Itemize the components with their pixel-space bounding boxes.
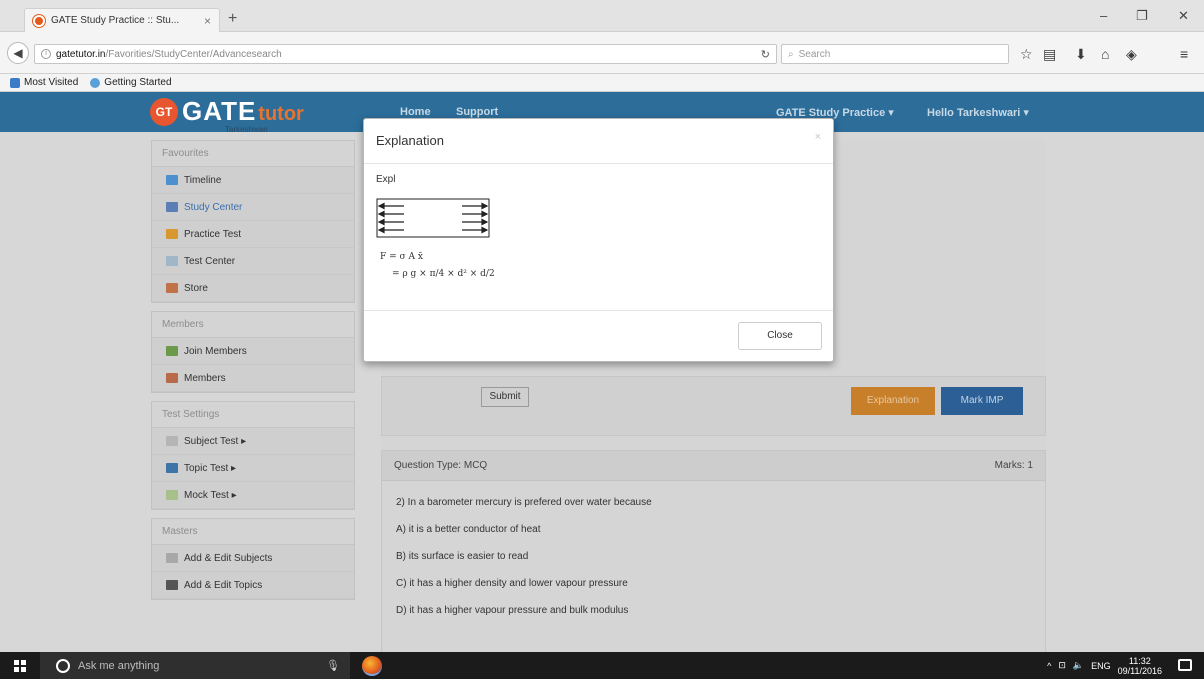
system-tray: ^ ⊡ 🔈 ENG 11:32 09/11/2016 bbox=[1047, 652, 1162, 679]
home-icon[interactable]: ⌂ bbox=[1101, 46, 1109, 62]
globe-icon bbox=[90, 77, 101, 88]
microphone-icon[interactable]: 🎙 bbox=[326, 659, 340, 672]
modal-body: Expl F = σ A x̄ = ρ g × π/4 × d² × d/2 bbox=[364, 164, 833, 311]
bookmark-star-icon[interactable]: ☆ bbox=[1020, 46, 1033, 63]
url-text: gatetutor.in/Favorities/StudyCenter/Adva… bbox=[56, 48, 282, 60]
reading-list-icon[interactable]: ▤ bbox=[1043, 46, 1056, 63]
formula-line-1: F = σ A x̄ bbox=[380, 252, 423, 262]
modal-title: Explanation bbox=[376, 133, 444, 148]
clock-time: 11:32 bbox=[1128, 655, 1151, 666]
bookmark-getting-started[interactable]: Getting Started bbox=[90, 77, 172, 88]
minimize-button[interactable]: – bbox=[1100, 8, 1107, 23]
network-icon[interactable]: ⊡ bbox=[1058, 660, 1066, 671]
menu-icon[interactable]: ≡ bbox=[1180, 46, 1188, 62]
explanation-label: Expl bbox=[376, 174, 396, 185]
close-window-button[interactable]: ✕ bbox=[1178, 8, 1189, 24]
close-button[interactable]: Close bbox=[738, 322, 822, 350]
folder-icon bbox=[10, 77, 20, 88]
url-host: gatetutor.in bbox=[56, 49, 106, 60]
start-button[interactable] bbox=[0, 652, 40, 679]
url-bar[interactable]: i gatetutor.in/Favorities/StudyCenter/Ad… bbox=[34, 44, 777, 64]
url-path: /Favorities/StudyCenter/Advancesearch bbox=[105, 49, 282, 60]
volume-icon[interactable]: 🔈 bbox=[1073, 660, 1084, 671]
pocket-icon[interactable]: ◈ bbox=[1126, 46, 1137, 63]
modal-close-icon[interactable]: × bbox=[815, 131, 821, 143]
clock-date: 09/11/2016 bbox=[1117, 665, 1162, 676]
explanation-modal: Explanation × Expl F = σ A x̄ = ρ g × π/… bbox=[363, 118, 834, 362]
tab-title: GATE Study Practice :: Stu... bbox=[51, 15, 180, 26]
explanation-formula: F = σ A x̄ = ρ g × π/4 × d² × d/2 bbox=[380, 252, 495, 279]
search-placeholder: Search bbox=[798, 48, 831, 60]
bookmarks-bar: Most Visited Getting Started bbox=[0, 74, 1204, 92]
browser-nav-bar: ◀ i gatetutor.in/Favorities/StudyCenter/… bbox=[0, 32, 1204, 74]
browser-tab-bar: GATE Study Practice :: Stu... × + – ❐ ✕ bbox=[0, 0, 1204, 32]
cortana-search-box[interactable]: Ask me anything 🎙 bbox=[40, 652, 350, 679]
search-bar[interactable]: ⌕ Search bbox=[781, 44, 1009, 64]
windows-taskbar: Ask me anything 🎙 ^ ⊡ 🔈 ENG 11:32 09/11/… bbox=[0, 652, 1204, 679]
language-indicator[interactable]: ENG bbox=[1091, 661, 1111, 671]
firefox-taskbar-icon[interactable] bbox=[362, 656, 382, 676]
tray-expand-icon[interactable]: ^ bbox=[1047, 661, 1051, 671]
action-center-icon[interactable] bbox=[1178, 659, 1192, 671]
back-button[interactable]: ◀ bbox=[7, 42, 29, 64]
download-icon[interactable]: ⬇ bbox=[1075, 46, 1087, 63]
restore-button[interactable]: ❐ bbox=[1136, 8, 1148, 24]
windows-logo-icon bbox=[14, 659, 26, 672]
formula-line-2: = ρ g × π/4 × d² × d/2 bbox=[392, 269, 495, 279]
modal-header: Explanation × bbox=[364, 119, 833, 164]
tab-close-icon[interactable]: × bbox=[204, 14, 211, 28]
cortana-placeholder: Ask me anything bbox=[78, 659, 160, 672]
modal-footer: Close bbox=[364, 311, 833, 361]
cortana-icon bbox=[56, 658, 70, 673]
search-icon: ⌕ bbox=[788, 48, 794, 60]
info-icon[interactable]: i bbox=[41, 49, 51, 59]
clock[interactable]: 11:32 09/11/2016 bbox=[1118, 656, 1162, 676]
browser-tab[interactable]: GATE Study Practice :: Stu... × bbox=[24, 8, 220, 32]
bookmark-most-visited[interactable]: Most Visited bbox=[10, 77, 78, 88]
gatetutor-favicon-icon bbox=[33, 14, 45, 27]
reload-icon[interactable]: ↻ bbox=[761, 48, 770, 61]
force-arrows-diagram bbox=[376, 198, 490, 238]
new-tab-button[interactable]: + bbox=[228, 10, 237, 28]
